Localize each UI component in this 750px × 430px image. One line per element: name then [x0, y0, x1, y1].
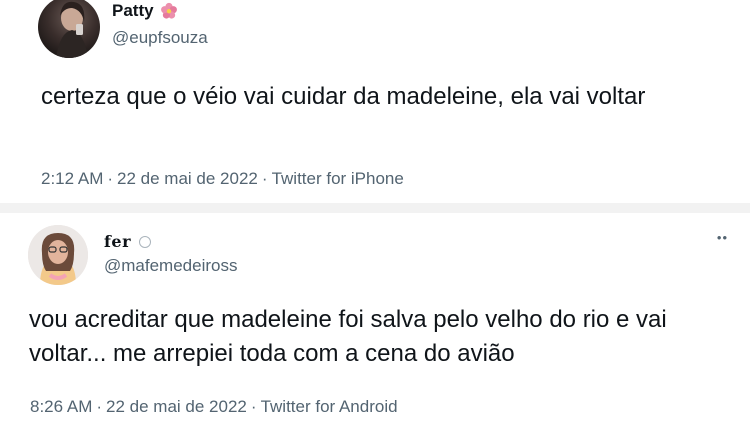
tweet-text: certeza que o véio vai cuidar da madelei…	[41, 83, 646, 110]
avatar[interactable]	[28, 225, 88, 285]
display-name[interactable]: Patty	[112, 0, 154, 22]
tweet-time[interactable]: 2:12 AM	[41, 169, 103, 188]
tweet-card[interactable]: fer @mafemedeiross •• vou acreditar que …	[0, 213, 750, 430]
tweet-time[interactable]: 8:26 AM	[30, 397, 92, 416]
tweet-date[interactable]: 22 de mai de 2022	[117, 169, 258, 188]
separator-dot: ·	[261, 169, 268, 188]
display-name-row[interactable]: fer	[104, 231, 237, 253]
avatar-photo	[28, 225, 88, 285]
tweet-metadata: 2:12 AM · 22 de mai de 2022 · Twitter for iP…	[41, 168, 404, 190]
tweet-text: vou acreditar que madeleine foi salva pe…	[29, 306, 667, 367]
small-circle-icon	[139, 236, 151, 248]
tweet-source[interactable]: Twitter for Android	[261, 397, 398, 416]
user-handle[interactable]: @eupfsouza	[112, 27, 208, 49]
more-options-icon[interactable]: ••	[717, 231, 728, 244]
separator-dot: ·	[250, 397, 257, 416]
hibiscus-flower-icon	[160, 2, 178, 20]
avatar[interactable]	[38, 0, 100, 58]
user-handle[interactable]: @mafemedeiross	[104, 255, 237, 277]
avatar-photo	[56, 1, 88, 58]
display-name[interactable]: fer	[104, 231, 131, 253]
user-info: fer @mafemedeiross	[104, 231, 237, 277]
tweet-source[interactable]: Twitter for iPhone	[272, 169, 404, 188]
user-info: Patty @eupfsouza	[112, 0, 208, 49]
display-name-row[interactable]: Patty	[112, 0, 208, 22]
tweet-card[interactable]: Patty @eupfsouza certeza que o véio vai …	[0, 0, 750, 203]
tweet-date[interactable]: 22 de mai de 2022	[106, 397, 247, 416]
separator-dot: ·	[96, 397, 103, 416]
separator-dot: ·	[107, 169, 114, 188]
tweet-metadata: 8:26 AM · 22 de mai de 2022 · Twitter for An…	[30, 396, 398, 418]
tweet-divider	[0, 203, 750, 213]
